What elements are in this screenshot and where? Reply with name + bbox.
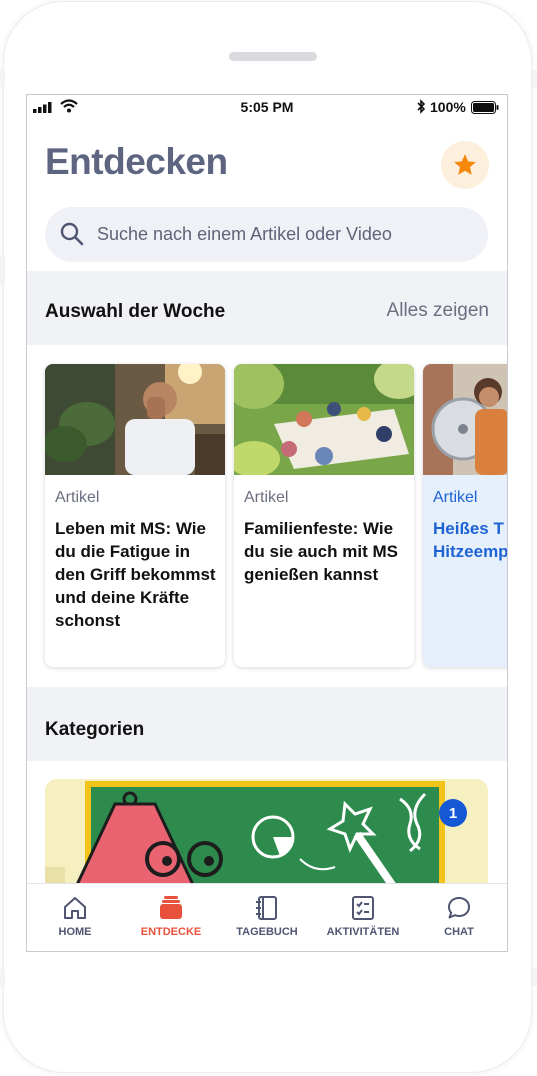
search-input[interactable] xyxy=(97,207,477,262)
article-headline: Familienfeste: Wie du sie auch mit MS ge… xyxy=(244,519,398,584)
section-title: Auswahl der Woche xyxy=(45,301,226,322)
weekly-carousel[interactable]: Artikel Leben mit MS: Wie du die Fatigue… xyxy=(27,345,507,685)
bluetooth-icon xyxy=(417,99,426,114)
search-icon xyxy=(60,222,84,246)
notification-badge: 1 xyxy=(439,799,467,827)
article-image xyxy=(423,364,507,475)
tab-label: ENTDECKE xyxy=(140,926,202,938)
article-card[interactable]: Artikel Heißes T und Hitzeemp eit xyxy=(423,364,507,667)
side-button xyxy=(532,70,537,88)
article-card[interactable]: Artikel Familienfeste: Wie du sie auch m… xyxy=(234,364,414,667)
article-card[interactable]: Artikel Leben mit MS: Wie du die Fatigue… xyxy=(45,364,225,667)
favorites-button[interactable] xyxy=(441,141,489,189)
bottom-tab-bar: HOME ENTDECKE TAGEBUCH AKTIVITÄTEN CHAT xyxy=(27,883,507,951)
battery-percent: 100% xyxy=(430,99,466,115)
status-bar: 5:05 PM 100% xyxy=(27,95,507,119)
battery-icon xyxy=(471,101,499,114)
tab-diary[interactable]: TAGEBUCH xyxy=(219,884,315,951)
tab-label: AKTIVITÄTEN xyxy=(326,926,400,938)
science-illustration xyxy=(45,779,488,889)
side-button xyxy=(0,70,5,88)
diary-icon xyxy=(256,896,277,920)
article-image xyxy=(45,364,225,475)
app-screen: 5:05 PM 100% Entdecken Auswahl der Woche… xyxy=(26,94,508,952)
tab-label: HOME xyxy=(58,926,92,938)
categories-section-header: Kategorien xyxy=(27,687,507,761)
article-type-label: Artikel xyxy=(433,489,478,506)
article-type-label: Artikel xyxy=(244,489,289,506)
tab-label: CHAT xyxy=(444,926,474,938)
star-icon xyxy=(454,154,476,175)
section-title: Kategorien xyxy=(45,719,145,740)
show-all-link[interactable]: Alles zeigen xyxy=(387,300,489,322)
side-button xyxy=(532,968,537,986)
home-icon xyxy=(64,897,86,919)
discover-icon xyxy=(160,896,182,919)
checklist-icon xyxy=(352,896,374,920)
category-banner[interactable] xyxy=(45,779,488,889)
article-headline: Heißes T und Hitzeemp eit xyxy=(433,519,507,561)
page-title: Entdecken xyxy=(45,141,228,182)
weekly-section-header: Auswahl der Woche Alles zeigen xyxy=(27,271,507,345)
article-image xyxy=(234,364,414,475)
chat-bubble-icon xyxy=(448,897,470,919)
side-button xyxy=(0,255,5,285)
tab-discover[interactable]: ENTDECKE xyxy=(123,884,219,951)
tab-activities[interactable]: AKTIVITÄTEN xyxy=(315,884,411,951)
tab-chat[interactable]: CHAT xyxy=(411,884,507,951)
speaker-grille xyxy=(229,52,317,61)
article-headline: Leben mit MS: Wie du die Fatigue in den … xyxy=(55,519,216,630)
tab-label: TAGEBUCH xyxy=(236,926,298,938)
side-button xyxy=(0,968,5,986)
search-bar[interactable] xyxy=(45,207,488,262)
article-type-label: Artikel xyxy=(55,489,100,506)
tab-home[interactable]: HOME xyxy=(27,884,123,951)
